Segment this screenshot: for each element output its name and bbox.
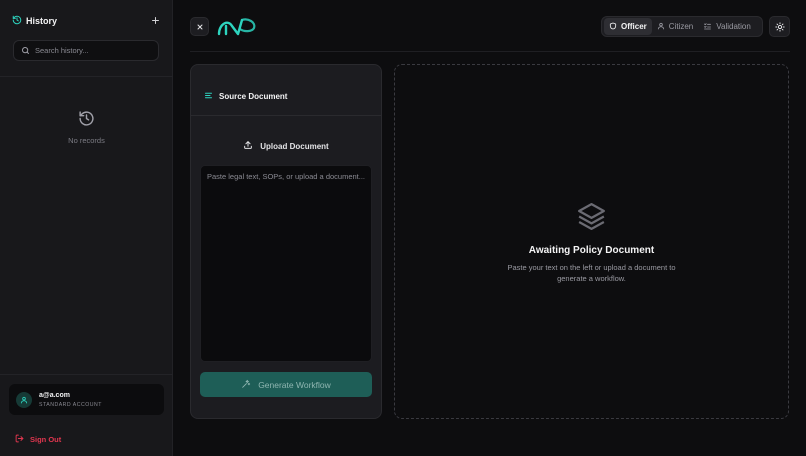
mode-switcher: Officer Citizen Validation (601, 16, 763, 37)
layers-icon (575, 200, 608, 238)
history-empty-icon (78, 111, 95, 131)
mode-citizen-label: Citizen (668, 22, 694, 31)
sign-out-button[interactable]: Sign Out (15, 430, 61, 448)
sun-icon (774, 21, 785, 32)
empty-text: No records (68, 136, 105, 145)
sidebar-footer-divider (0, 374, 173, 375)
mode-officer-label: Officer (621, 22, 647, 31)
mode-officer[interactable]: Officer (604, 18, 652, 35)
sign-out-label: Sign Out (30, 434, 62, 444)
menu-lines-icon (204, 87, 213, 105)
mode-validation-label: Validation (716, 22, 751, 31)
search-input[interactable] (35, 46, 150, 55)
document-textarea[interactable] (200, 165, 372, 362)
sidebar-divider (0, 76, 173, 77)
logout-icon (15, 430, 24, 448)
history-icon (12, 12, 22, 30)
user-info: a@a.com STANDARD ACCOUNT (39, 392, 102, 408)
upload-icon (243, 137, 253, 155)
panel-divider (191, 115, 381, 116)
user-icon (657, 22, 665, 32)
topbar-divider (190, 51, 790, 52)
theme-toggle-button[interactable] (769, 16, 790, 37)
plus-icon (151, 16, 159, 24)
shield-icon (609, 22, 617, 32)
avatar (16, 391, 32, 408)
mode-validation[interactable]: Validation (698, 18, 756, 35)
sidebar-title: History (26, 16, 58, 26)
sparkles-icon (241, 377, 251, 392)
search-box (13, 40, 159, 61)
close-icon (197, 24, 202, 29)
awaiting-description: Paste your text on the left or upload a … (507, 263, 676, 283)
app-logo (216, 16, 258, 38)
upload-document-button[interactable]: Upload Document (200, 135, 372, 157)
empty-state: No records (0, 110, 173, 145)
list-check-icon (703, 22, 712, 32)
workflow-output-panel: Awaiting Policy Document Paste your text… (394, 64, 789, 419)
search-icon (21, 42, 30, 60)
history-sidebar: History No records (0, 0, 173, 456)
upload-label: Upload Document (260, 141, 329, 151)
user-avatar-icon (20, 396, 28, 403)
logo-icon (217, 18, 256, 36)
user-role: STANDARD ACCOUNT (39, 401, 102, 408)
user-card[interactable]: a@a.com STANDARD ACCOUNT (9, 384, 164, 415)
generate-workflow-button[interactable]: Generate Workflow (200, 372, 372, 397)
panel-title: Source Document (219, 91, 288, 101)
close-sidebar-button[interactable] (190, 17, 209, 36)
mode-citizen[interactable]: Citizen (652, 18, 698, 35)
user-email: a@a.com (39, 391, 70, 399)
source-document-panel: Source Document Upload Document Generate… (190, 64, 382, 419)
new-history-button[interactable] (148, 13, 162, 27)
panel-header: Source Document (204, 87, 287, 105)
generate-label: Generate Workflow (258, 379, 331, 390)
sidebar-header: History (12, 14, 162, 28)
awaiting-title: Awaiting Policy Document (528, 245, 655, 256)
